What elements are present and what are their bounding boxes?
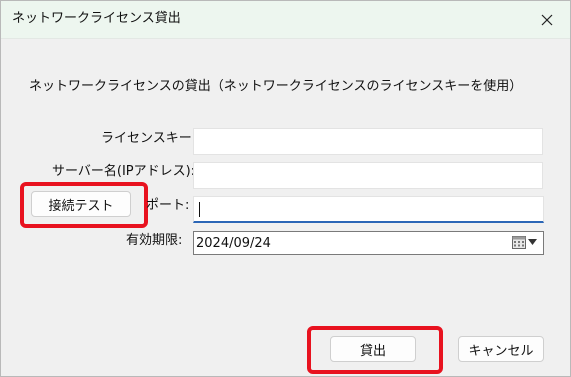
close-icon: [541, 14, 553, 25]
server-name-label: サーバー名(IPアドレス):: [52, 164, 196, 179]
cancel-button[interactable]: キャンセル: [458, 336, 544, 362]
text-caret: [199, 202, 200, 217]
expiry-label: 有効期限:: [126, 233, 183, 248]
license-lend-dialog: ネットワークライセンス貸出 ネットワークライセンスの貸出（ネットワークライセンス…: [0, 0, 571, 377]
port-input[interactable]: [193, 196, 544, 223]
close-button[interactable]: [524, 1, 570, 38]
calendar-icon: [512, 236, 526, 249]
lend-button[interactable]: 貸出: [330, 336, 416, 362]
expiry-date-value: 2024/09/24: [196, 236, 271, 251]
port-label: ポート:: [146, 198, 190, 213]
expiry-date-picker[interactable]: 2024/09/24: [193, 231, 544, 255]
server-name-input[interactable]: [193, 162, 543, 189]
dialog-description: ネットワークライセンスの貸出（ネットワークライセンスのライセンスキーを使用）: [29, 79, 523, 94]
test-connection-button[interactable]: 接続テスト: [31, 191, 131, 217]
chevron-down-icon: [528, 239, 537, 245]
license-key-label: ライセンスキー:: [101, 131, 197, 146]
dialog-title: ネットワークライセンス貸出: [12, 11, 181, 26]
calendar-dropdown-button[interactable]: [512, 235, 537, 249]
license-key-input[interactable]: [193, 128, 543, 155]
title-bar: ネットワークライセンス貸出: [1, 1, 570, 39]
